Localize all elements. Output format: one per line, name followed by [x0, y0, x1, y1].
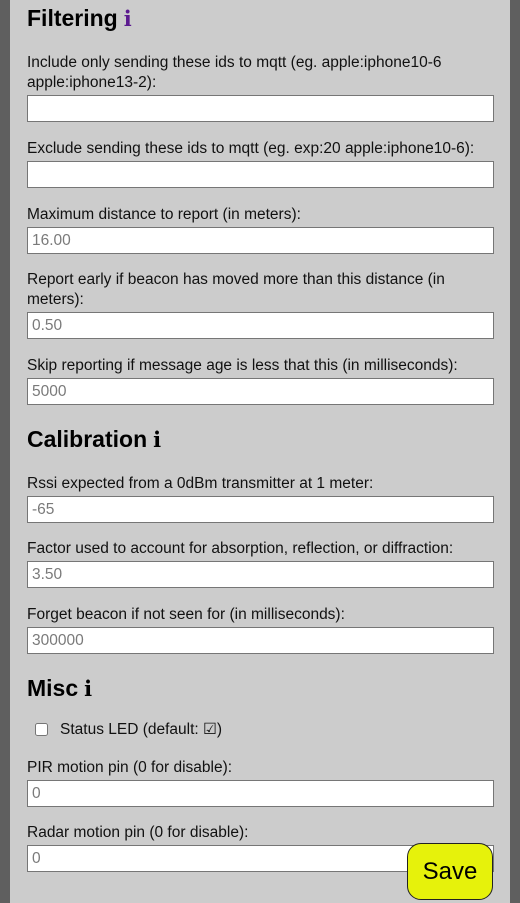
pir-pin-label: PIR motion pin (0 for disable):: [27, 759, 233, 776]
calibration-heading: Calibration i: [27, 425, 493, 454]
absorption-factor-label: Factor used to account for absorption, r…: [27, 540, 454, 557]
misc-heading: Misc i: [27, 674, 493, 703]
forget-beacon-field: Forget beacon if not seen for (in millis…: [27, 605, 494, 654]
report-early-input[interactable]: [27, 312, 494, 339]
include-ids-label: Include only sending these ids to mqtt (…: [27, 54, 442, 91]
settings-content: Filtering i Include only sending these id…: [10, 4, 510, 872]
info-icon[interactable]: i: [124, 6, 132, 31]
rssi-input[interactable]: [27, 496, 494, 523]
save-button[interactable]: Save: [407, 843, 493, 900]
status-led-label: Status LED (default: ☑): [60, 721, 223, 738]
max-distance-field: Maximum distance to report (in meters):: [27, 205, 494, 254]
report-early-field: Report early if beacon has moved more th…: [27, 270, 494, 339]
settings-panel: Filtering i Include only sending these id…: [10, 0, 510, 903]
absorption-factor-field: Factor used to account for absorption, r…: [27, 539, 494, 588]
exclude-ids-label: Exclude sending these ids to mqtt (eg. e…: [27, 140, 475, 157]
rssi-field: Rssi expected from a 0dBm transmitter at…: [27, 474, 494, 523]
filtering-heading: Filtering i: [27, 4, 493, 33]
report-early-label: Report early if beacon has moved more th…: [27, 271, 445, 308]
forget-beacon-label: Forget beacon if not seen for (in millis…: [27, 606, 345, 623]
info-icon[interactable]: i: [153, 427, 161, 452]
misc-title: Misc: [27, 675, 79, 701]
skip-reporting-label: Skip reporting if message age is less th…: [27, 357, 458, 374]
radar-pin-label: Radar motion pin (0 for disable):: [27, 824, 249, 841]
filtering-title: Filtering: [27, 5, 118, 31]
info-icon[interactable]: i: [84, 676, 92, 701]
skip-reporting-field: Skip reporting if message age is less th…: [27, 356, 494, 405]
max-distance-label: Maximum distance to report (in meters):: [27, 206, 301, 223]
include-ids-field: Include only sending these ids to mqtt (…: [27, 53, 494, 122]
absorption-factor-input[interactable]: [27, 561, 494, 588]
status-led-row: Status LED (default: ☑): [27, 720, 493, 739]
status-led-checkbox[interactable]: [35, 723, 48, 736]
skip-reporting-input[interactable]: [27, 378, 494, 405]
pir-pin-field: PIR motion pin (0 for disable):: [27, 758, 494, 807]
forget-beacon-input[interactable]: [27, 627, 494, 654]
exclude-ids-input[interactable]: [27, 161, 494, 188]
rssi-label: Rssi expected from a 0dBm transmitter at…: [27, 475, 374, 492]
max-distance-input[interactable]: [27, 227, 494, 254]
pir-pin-input[interactable]: [27, 780, 494, 807]
exclude-ids-field: Exclude sending these ids to mqtt (eg. e…: [27, 139, 494, 188]
include-ids-input[interactable]: [27, 95, 494, 122]
calibration-title: Calibration: [27, 426, 148, 452]
